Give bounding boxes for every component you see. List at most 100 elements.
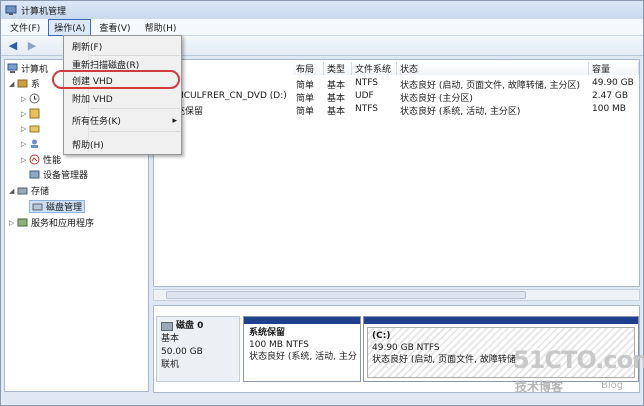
- watermark-blog: Blog: [601, 380, 624, 391]
- tree-item-device-manager[interactable]: 设备管理器: [29, 168, 88, 181]
- menu-item-help[interactable]: 帮助(H): [69, 138, 177, 151]
- clock-icon: [29, 93, 40, 104]
- volume-capacity: 49.90 GB: [592, 78, 634, 88]
- volume-fs: NTFS: [355, 78, 378, 88]
- tree-label-computer: 计算机: [21, 65, 49, 75]
- system-tools-icon: [17, 78, 28, 89]
- volume-layout: 简单: [296, 107, 315, 116]
- partition-status: 状态良好 (系统, 活动, 主分: [249, 352, 357, 362]
- menu-help[interactable]: 帮助(H): [139, 19, 183, 36]
- volume-status: 状态良好 (主分区): [400, 94, 473, 103]
- volume-fs: NTFS: [355, 104, 378, 114]
- tree-label-disk-management: 磁盘管理: [46, 203, 83, 213]
- tree-item-system-tools[interactable]: ◢ 系: [9, 77, 40, 90]
- partition-system-reserved[interactable]: 系统保留 100 MB NTFS 状态良好 (系统, 活动, 主分: [243, 316, 361, 382]
- volume-capacity: 100 MB: [592, 104, 626, 114]
- back-arrow-icon[interactable]: ◀: [5, 39, 21, 53]
- watermark-sub: 技术博客: [515, 380, 564, 394]
- storage-icon: [17, 185, 28, 196]
- expand-icon[interactable]: ▷: [21, 140, 29, 148]
- partition-info: 100 MB NTFS: [249, 340, 309, 350]
- submenu-arrow-icon: ▸: [172, 115, 177, 126]
- menu-separator: [90, 55, 180, 56]
- volume-name[interactable]: MCULFRER_CN_DVD (D:): [176, 91, 291, 103]
- tree-label-storage: 存储: [31, 187, 50, 197]
- expand-icon[interactable]: ▷: [9, 219, 17, 227]
- menu-action[interactable]: 操作(A): [48, 18, 92, 36]
- column-header-filesystem[interactable]: 文件系统: [352, 62, 397, 75]
- event-viewer-icon: [29, 108, 40, 119]
- menu-file[interactable]: 文件(F): [4, 19, 46, 36]
- disk-0-label[interactable]: 磁盘 0 基本 50.00 GB 联机: [156, 316, 240, 382]
- menu-item-all-tasks[interactable]: 所有任务(K) ▸: [69, 114, 177, 128]
- menu-separator: [90, 131, 180, 132]
- perf-icon: [29, 154, 40, 165]
- disk-state: 联机: [161, 360, 180, 370]
- tree-item-storage[interactable]: ◢ 存储: [9, 184, 50, 198]
- expand-icon[interactable]: ▷: [21, 110, 29, 118]
- tree-label-services-apps: 服务和应用程序: [31, 219, 95, 229]
- volume-layout: 简单: [296, 81, 315, 90]
- disk-icon: [161, 322, 173, 331]
- computer-management-window: 计算机管理 文件(F) 操作(A) 查看(V) 帮助(H) ◀ ▶ 计算机 ◢ …: [0, 0, 644, 406]
- collapse-icon[interactable]: ◢: [9, 80, 17, 88]
- tree-item-task-scheduler[interactable]: ▷: [21, 92, 43, 105]
- disk-icon: [32, 201, 43, 212]
- disk-name: 磁盘 0: [176, 321, 204, 331]
- tree-label-system-tools: 系: [31, 80, 41, 90]
- computer-management-icon: [5, 4, 17, 16]
- partition-bar: [364, 317, 638, 324]
- expand-icon[interactable]: ▷: [21, 125, 29, 133]
- tree-item-disk-management[interactable]: 磁盘管理: [29, 200, 86, 213]
- tree-label-performance: 性能: [43, 156, 62, 166]
- volume-status: 状态良好 (启动, 页面文件, 故障转储, 主分区): [400, 81, 581, 90]
- folder-icon: [29, 123, 40, 134]
- partition-bar: [244, 317, 360, 324]
- menu-bar: 文件(F) 操作(A) 查看(V) 帮助(H): [1, 18, 643, 36]
- menu-item-attach-vhd[interactable]: 附加 VHD: [69, 92, 177, 105]
- tree-item-users[interactable]: ▷: [21, 137, 43, 150]
- column-header-layout[interactable]: 布局: [293, 62, 324, 75]
- volume-type: 基本: [327, 107, 346, 116]
- expand-icon[interactable]: ▷: [21, 95, 29, 103]
- horizontal-scrollbar[interactable]: [153, 289, 640, 301]
- partition-title: (C:): [372, 331, 391, 341]
- menu-separator: [90, 108, 180, 109]
- menu-view[interactable]: 查看(V): [93, 19, 136, 36]
- volume-list: 布局 类型 文件系统 状态 容量 ) 简单 基本 NTFS 状态良好 (启动, …: [153, 59, 640, 287]
- window-title: 计算机管理: [21, 6, 67, 17]
- users-icon: [29, 138, 40, 149]
- expand-icon[interactable]: ▷: [21, 156, 29, 164]
- tree-item-performance[interactable]: ▷ 性能: [21, 153, 61, 166]
- services-icon: [17, 217, 28, 228]
- volume-fs: UDF: [355, 91, 374, 101]
- tree-item-computer[interactable]: 计算机: [7, 62, 48, 75]
- volume-name[interactable]: 充保留: [176, 104, 291, 116]
- partition-title: 系统保留: [249, 328, 286, 338]
- computer-icon: [7, 63, 18, 74]
- scrollbar-thumb[interactable]: [166, 291, 526, 299]
- tree-item-services-apps[interactable]: ▷ 服务和应用程序: [9, 216, 94, 229]
- action-context-menu: 刷新(F) 重新扫描磁盘(R) 创建 VHD 附加 VHD 所有任务(K) ▸ …: [63, 35, 182, 155]
- volume-type: 基本: [327, 81, 346, 90]
- title-bar: 计算机管理: [1, 1, 643, 19]
- column-header-capacity[interactable]: 容量: [589, 62, 639, 75]
- volume-status: 状态良好 (系统, 活动, 主分区): [400, 107, 521, 116]
- column-header-status[interactable]: 状态: [397, 62, 589, 75]
- collapse-icon[interactable]: ◢: [9, 187, 17, 195]
- tree-item-shared-folders[interactable]: ▷: [21, 122, 43, 135]
- tree-label-device-manager: 设备管理器: [43, 171, 89, 181]
- menu-item-refresh[interactable]: 刷新(F): [69, 40, 177, 53]
- volume-type: 基本: [327, 94, 346, 103]
- device-manager-icon: [29, 169, 40, 180]
- watermark-brand: 51CTO.com: [513, 346, 644, 374]
- column-header-type[interactable]: 类型: [324, 62, 352, 75]
- forward-arrow-icon[interactable]: ▶: [24, 39, 40, 53]
- highlight-circle-create-vhd: [52, 70, 180, 89]
- disk-kind: 基本: [161, 334, 180, 344]
- volume-capacity: 2.47 GB: [592, 91, 629, 101]
- volume-name[interactable]: ): [176, 78, 291, 90]
- volume-layout: 简单: [296, 94, 315, 103]
- tree-item-event-viewer[interactable]: ▷: [21, 107, 43, 120]
- disk-size: 50.00 GB: [161, 347, 203, 357]
